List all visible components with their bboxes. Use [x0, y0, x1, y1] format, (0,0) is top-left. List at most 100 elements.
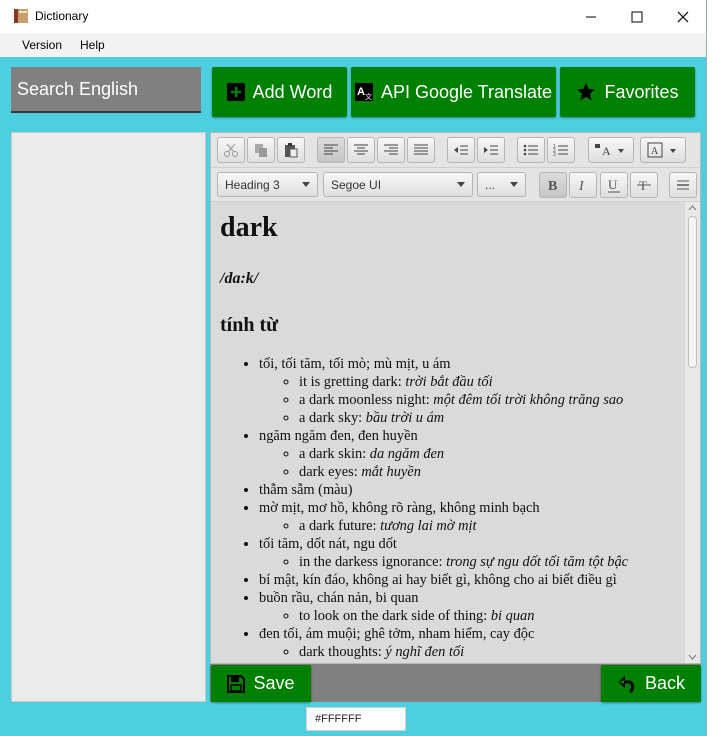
font-family-value: Segoe UI — [331, 177, 382, 192]
definition-meaning: tối, tối tăm, tối mò; mù mịt, u ám — [259, 356, 451, 372]
back-button[interactable]: Back — [601, 665, 701, 702]
example-list: it is gretting dark: trời bắt đầu tốia d… — [259, 373, 685, 427]
svg-text:U: U — [608, 177, 618, 192]
entry-part-of-speech: tính từ — [220, 314, 279, 336]
menu-bar: Version Help — [0, 33, 706, 57]
save-icon — [227, 674, 246, 693]
paste-icon — [285, 143, 298, 158]
word-list[interactable] — [11, 132, 206, 702]
definition-item: buồn rầu, chán nản, bi quan to look on th… — [259, 589, 685, 625]
menu-help[interactable]: Help — [80, 38, 105, 52]
translate-icon: A文 — [354, 83, 373, 101]
align-left-icon — [324, 144, 338, 155]
strikethrough-button[interactable]: T — [630, 172, 658, 198]
underline-button[interactable]: U — [600, 172, 628, 198]
italic-icon: I — [578, 179, 585, 193]
undo-arrow-icon — [617, 675, 635, 693]
scroll-down-icon — [688, 654, 697, 660]
text-color-icon: A — [595, 144, 624, 158]
outdent-icon — [454, 145, 468, 155]
google-translate-button[interactable]: A文 API Google Translate — [351, 67, 556, 117]
align-right-button[interactable] — [377, 137, 405, 163]
scrollbar-thumb[interactable] — [688, 216, 697, 368]
example-vietnamese: bi quan — [490, 608, 535, 624]
google-translate-label: API Google Translate — [380, 81, 553, 102]
justify-button[interactable] — [407, 137, 435, 163]
definition-meaning: bí mật, kín đáo, không ai hay biết gì, k… — [259, 572, 617, 588]
definition-meaning: thẫm sẫm (màu) — [259, 482, 353, 498]
bullet-list-button[interactable] — [517, 137, 545, 163]
font-size-select[interactable]: ... — [477, 172, 526, 197]
example-list: a dark skin: da ngăm đendark eyes: mắt h… — [259, 445, 685, 481]
svg-text:A: A — [602, 144, 611, 158]
example-vietnamese: tương lai mờ mịt — [380, 518, 477, 534]
minimize-button[interactable] — [568, 0, 614, 33]
definition-item: tối, tối tăm, tối mò; mù mịt, u ámit is … — [259, 355, 685, 427]
editor-content[interactable]: dark /da:k/ tính từ tối, tối tăm, tối mò… — [211, 202, 685, 663]
save-button[interactable]: Save — [211, 665, 311, 702]
bold-button[interactable]: B — [539, 172, 567, 198]
align-right-icon — [384, 144, 398, 155]
svg-text:文: 文 — [365, 92, 372, 101]
definition-item: tối tăm, dốt nát, ngu dốtin the darkess … — [259, 535, 685, 571]
paragraph-style-select[interactable]: Heading 3 — [217, 172, 318, 197]
copy-button[interactable] — [247, 137, 275, 163]
favorites-button[interactable]: Favorites — [560, 67, 695, 117]
editor-toolbar-top: 123 A A — [211, 133, 700, 168]
align-center-icon — [354, 144, 368, 155]
align-left-button[interactable] — [317, 137, 345, 163]
favorites-label: Favorites — [604, 81, 679, 102]
example-english: dark eyes: — [299, 464, 362, 480]
background-color-button[interactable]: A — [640, 137, 686, 163]
paste-button[interactable] — [277, 137, 305, 163]
example-list: a dark future: tương lai mờ mịt — [259, 517, 685, 535]
indent-icon — [484, 145, 498, 155]
color-picker-field[interactable]: #FFFFFF — [306, 707, 406, 731]
example-item: dark eyes: mắt huyền — [299, 463, 685, 481]
maximize-icon — [631, 11, 643, 22]
example-english: a dark skin: — [299, 446, 370, 462]
example-english: a dark future: — [299, 518, 381, 534]
menu-version[interactable]: Version — [22, 38, 62, 52]
search-box — [11, 67, 203, 113]
add-word-button[interactable]: Add Word — [212, 67, 347, 117]
numbered-list-button[interactable]: 123 — [547, 137, 575, 163]
html-editor: 123 A A Heading 3 Segoe UI ... B I U T d… — [210, 132, 701, 664]
align-center-button[interactable] — [347, 137, 375, 163]
font-family-select[interactable]: Segoe UI — [323, 172, 473, 197]
bullet-list-icon — [523, 144, 538, 156]
definition-meaning: đen tối, ám muội; ghê tởm, nham hiểm, ca… — [259, 626, 535, 642]
search-input[interactable] — [11, 67, 203, 111]
example-english: to look on the dark side of thing: — [299, 608, 491, 624]
definition-item: đen tối, ám muội; ghê tởm, nham hiểm, ca… — [259, 625, 685, 661]
maximize-button[interactable] — [614, 0, 660, 33]
indent-button[interactable] — [477, 137, 505, 163]
example-vietnamese: ý nghĩ đen tối — [385, 644, 465, 660]
svg-text:3: 3 — [553, 152, 556, 157]
italic-button[interactable]: I — [569, 172, 597, 198]
definition-meaning: mờ mịt, mơ hồ, không rõ ràng, không minh… — [259, 500, 540, 516]
background-color-icon: A — [647, 142, 676, 158]
example-english: a dark sky: — [299, 410, 366, 426]
bold-icon: B — [548, 179, 557, 193]
example-item: a dark skin: da ngăm đen — [299, 445, 685, 463]
outdent-button[interactable] — [447, 137, 475, 163]
editor-scrollbar[interactable] — [685, 202, 700, 663]
copy-icon — [255, 144, 267, 157]
example-item: a dark sky: bầu trời u ám — [299, 409, 685, 427]
chevron-down-icon — [457, 182, 465, 187]
cut-button[interactable] — [217, 137, 245, 163]
close-button[interactable] — [660, 0, 706, 33]
example-vietnamese: trời bắt đầu tối — [405, 374, 493, 390]
svg-text:A: A — [651, 146, 659, 157]
strikethrough-icon: T — [637, 178, 651, 193]
definition-meaning: buồn rầu, chán nản, bi quan — [259, 590, 419, 606]
text-color-button[interactable]: A — [588, 137, 634, 163]
horizontal-rule-button[interactable] — [669, 172, 697, 198]
example-english: a dark moonless night: — [299, 392, 434, 408]
example-item: a dark future: tương lai mờ mịt — [299, 517, 685, 535]
font-size-value: ... — [485, 177, 496, 192]
example-vietnamese: da ngăm đen — [369, 446, 445, 462]
add-word-label: Add Word — [252, 81, 333, 102]
svg-text:A: A — [357, 86, 365, 98]
